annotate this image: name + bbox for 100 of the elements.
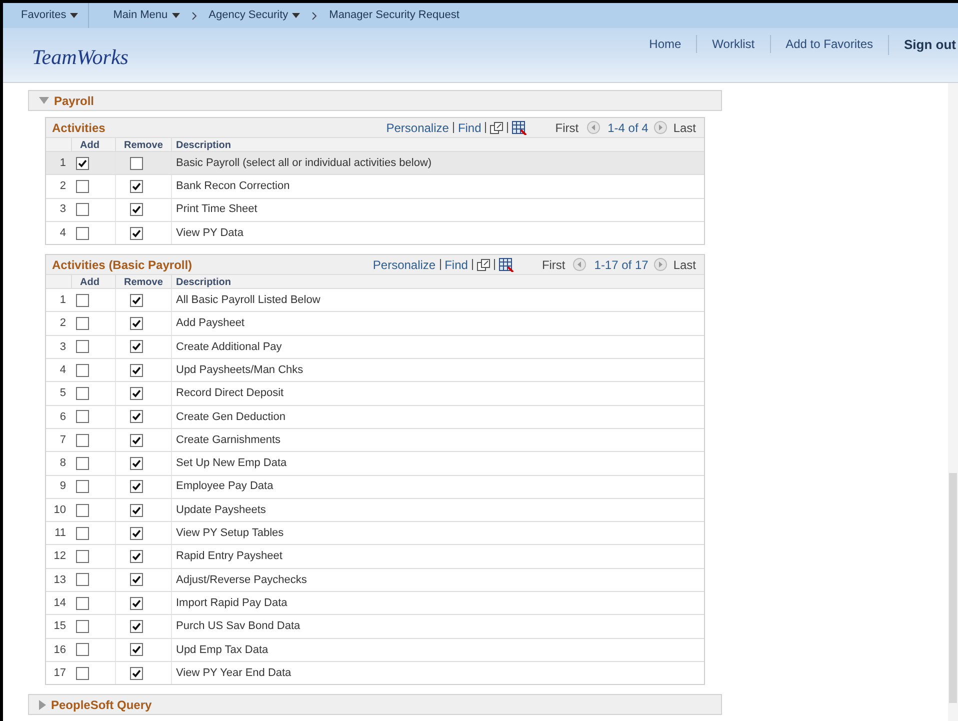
checkbox[interactable] [130,203,143,216]
description-cell-text: Basic Payroll (select all or individual activities below) [175,156,432,171]
checkbox[interactable] [130,480,143,494]
table-row[interactable]: 4 View PY Data [46,220,704,244]
app-logo: TeamWorks [31,44,128,71]
checkbox[interactable] [76,317,89,330]
section-header[interactable]: PeopleSoft Query [28,694,722,716]
checkbox[interactable] [76,434,89,447]
nav-menu-item[interactable]: Main Menu [89,7,180,24]
table-row[interactable]: 15 Purch US Sav Bond Data [46,614,704,638]
row-number: 4 [58,362,66,378]
scrollbar[interactable] [948,83,958,721]
column-header: Description [175,276,232,288]
checkbox[interactable] [76,526,89,540]
checkbox[interactable] [76,456,89,470]
last-label: Last [673,120,696,136]
checkbox[interactable] [130,434,143,447]
new-window-icon[interactable] [490,122,504,134]
header-link[interactable]: Add to Favorites [770,35,888,53]
table-row[interactable]: 1 Basic Payroll (select all or individual activities below) [46,151,704,174]
checkbox[interactable] [130,410,143,424]
chevron-right-icon [192,12,197,20]
table-row[interactable]: 12 Rapid Entry Paysheet [46,544,704,568]
checkbox[interactable] [130,526,143,540]
checkbox[interactable] [76,573,89,586]
find-link[interactable]: Find [458,118,482,136]
table-row[interactable]: 14 Import Rapid Pay Data [46,591,704,614]
table-row[interactable]: 7 Create Garnishments [46,428,704,452]
checkbox[interactable] [130,573,143,586]
checkbox[interactable] [130,596,143,610]
checkbox[interactable] [76,294,89,307]
new-window-icon[interactable] [476,258,490,271]
header-link[interactable]: Home [634,35,696,53]
description-cell-text: Create Gen Deduction [175,410,286,425]
checkbox[interactable] [130,504,143,516]
table-row[interactable]: 6 Create Gen Deduction [46,404,704,428]
table-row[interactable]: 16 Upd Emp Tax Data [46,638,704,661]
checkbox[interactable] [130,340,143,354]
checkbox[interactable] [76,226,89,240]
checkbox[interactable] [76,620,89,633]
checkbox[interactable] [76,550,89,564]
table-row[interactable]: 13 Adjust/Reverse Paychecks [46,568,704,592]
checkbox[interactable] [76,504,89,516]
nav-menu-item[interactable]: Agency Security [208,7,300,24]
description-cell-text: View PY Year End Data [175,666,292,681]
personalize-link[interactable]: Personalize [386,118,449,136]
checkbox[interactable] [130,666,143,680]
section-header[interactable]: Payroll [28,90,722,111]
checkbox[interactable] [76,203,89,216]
checkbox[interactable] [76,410,89,424]
table-row[interactable]: 2 Add Paysheet [46,311,704,335]
checkbox[interactable] [76,156,89,170]
find-link[interactable]: Find [444,256,468,274]
row-number: 14 [52,596,66,611]
checkbox[interactable] [130,456,143,470]
checkbox[interactable] [76,340,89,354]
header-link[interactable]: Sign out [888,35,958,54]
row-number: 16 [52,642,66,658]
table-row[interactable]: 5 Record Direct Deposit [46,381,704,405]
row-number: 13 [52,572,66,588]
table-row[interactable]: 2 Bank Recon Correction [46,174,704,198]
spreadsheet-icon[interactable] [498,258,514,272]
table-row[interactable]: 17 View PY Year End Data [46,660,704,684]
header-link[interactable]: Worklist [696,35,770,53]
checkbox[interactable] [130,180,143,193]
checkbox[interactable] [130,364,143,377]
table-row[interactable]: 4 Upd Paysheets/Man Chks [46,358,704,382]
table-row[interactable]: 8 Set Up New Emp Data [46,451,704,475]
checkbox[interactable] [76,480,89,494]
checkbox[interactable] [130,294,143,307]
checkbox[interactable] [130,550,143,564]
checkbox[interactable] [76,643,89,656]
spreadsheet-icon[interactable] [512,120,528,134]
table-row[interactable]: 1 All Basic Payroll Listed Below [46,288,704,312]
table-row[interactable]: 3 Print Time Sheet [46,198,704,221]
table-row[interactable]: 11 View PY Setup Tables [46,521,704,544]
nav-menu-item[interactable]: Manager Security Request [329,7,460,24]
checkbox[interactable] [130,317,143,330]
checkbox[interactable] [130,226,143,240]
checkbox[interactable] [130,643,143,656]
table-row[interactable]: 10 Update Paysheets [46,498,704,522]
checkbox[interactable] [130,387,143,400]
checkbox[interactable] [76,387,89,400]
nav-menu-item[interactable]: Favorites [3,7,88,24]
checkbox[interactable] [76,666,89,680]
checkbox[interactable] [76,180,89,193]
description-cell-text: All Basic Payroll Listed Below [175,293,320,308]
checkbox[interactable] [76,596,89,610]
checkbox[interactable] [130,156,143,170]
checkbox[interactable] [76,364,89,377]
table-row[interactable]: 3 Create Additional Pay [46,334,704,358]
first-label: First [555,120,579,136]
checkbox[interactable] [130,620,143,633]
description-cell-text: Record Direct Deposit [175,386,284,402]
description-cell-text: Purch US Sav Bond Data [175,619,300,634]
personalize-link[interactable]: Personalize [372,256,436,274]
description-cell-text: Import Rapid Pay Data [175,596,288,611]
row-number: 3 [58,340,66,355]
row-number: 2 [58,316,66,332]
table-row[interactable]: 9 Employee Pay Data [46,474,704,498]
